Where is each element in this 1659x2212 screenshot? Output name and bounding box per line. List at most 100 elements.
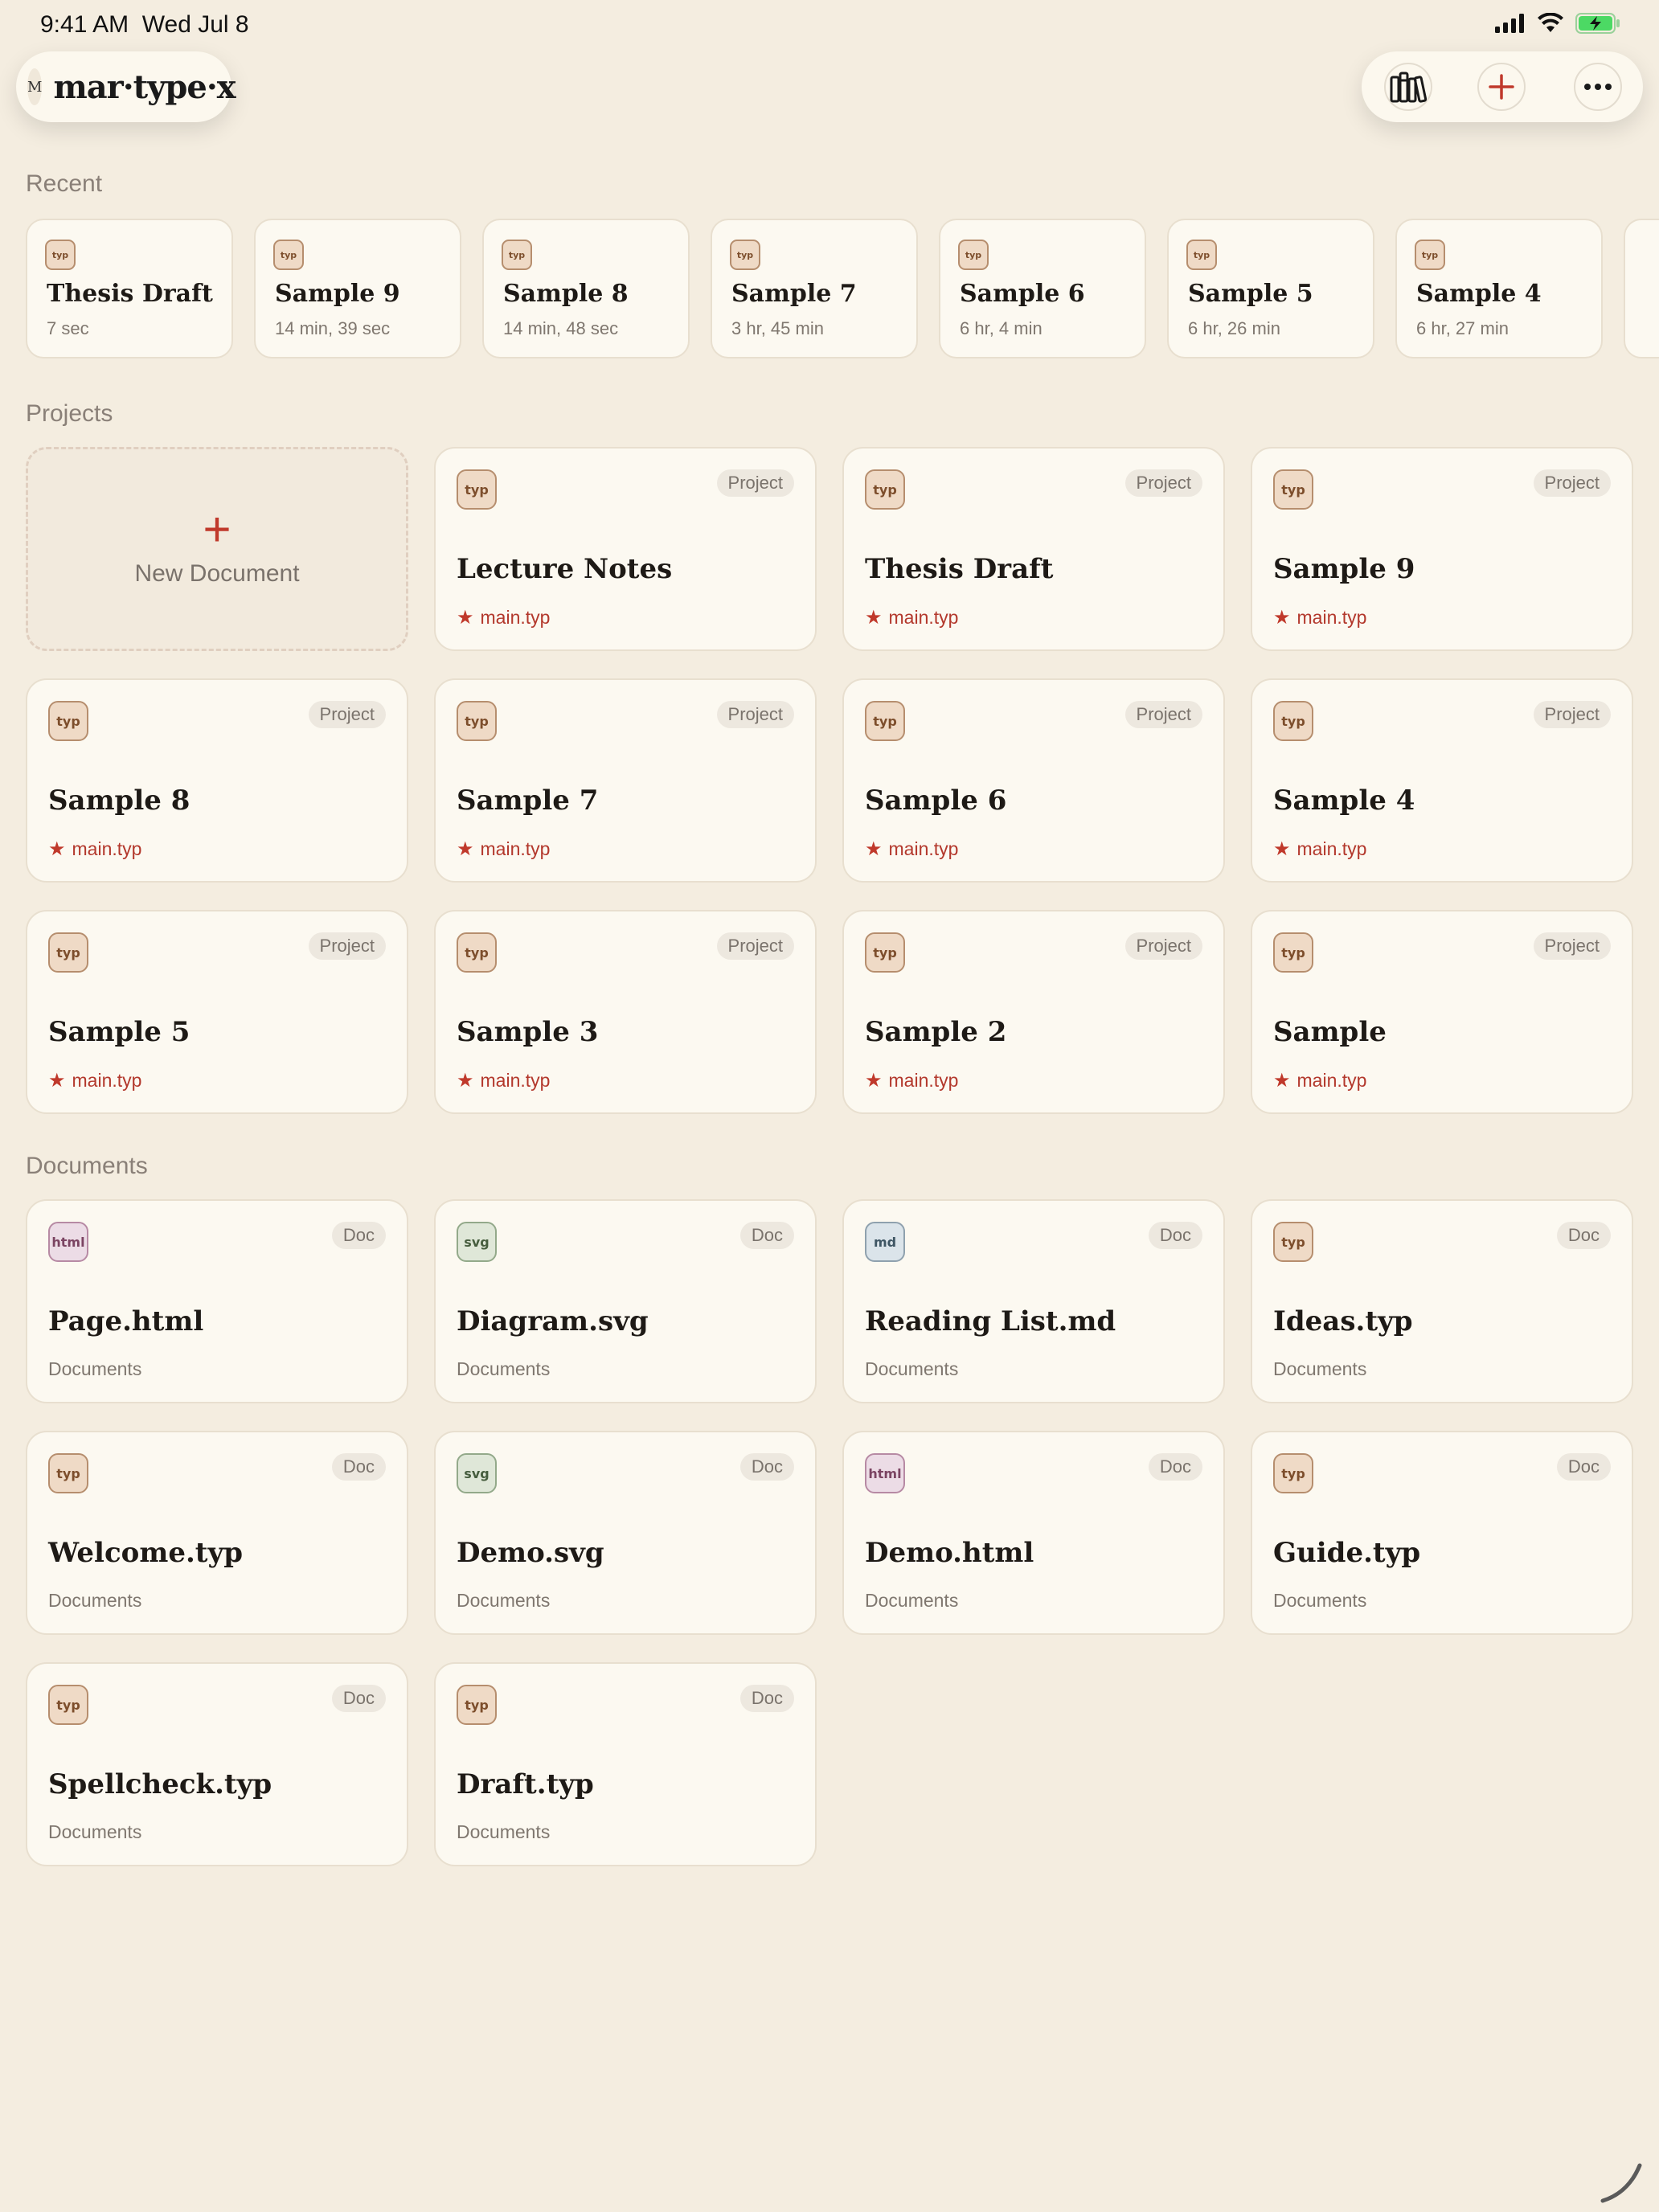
main-file-name: main.typ	[480, 1070, 551, 1091]
document-card[interactable]: typ Doc Welcome.typ Documents	[26, 1431, 408, 1635]
document-card[interactable]: typ Doc Draft.typ Documents	[434, 1662, 817, 1866]
main-file-label: ★ main.typ	[865, 606, 958, 629]
typ-file-icon: typ	[865, 469, 905, 510]
recent-list[interactable]: typ Thesis Draft 7 sec typ Sample 9 14 min, 3…	[26, 219, 1659, 358]
doc-badge: Doc	[1556, 1453, 1611, 1481]
document-card[interactable]: typ Doc Spellcheck.typ Documents	[26, 1662, 408, 1866]
recent-card[interactable]: typ Sample 4 6 hr, 27 min	[1395, 219, 1603, 358]
document-card[interactable]: html Doc Demo.html Documents	[842, 1431, 1225, 1635]
more-button[interactable]	[1574, 63, 1622, 111]
project-card[interactable]: typ Project Sample 7 ★ main.typ	[434, 678, 817, 883]
project-card[interactable]: typ Project Thesis Draft ★ main.typ	[842, 447, 1225, 651]
star-icon: ★	[48, 1070, 66, 1092]
status-time: 9:41 AM Wed Jul 8	[40, 11, 249, 39]
document-location: Documents	[1273, 1358, 1367, 1379]
document-card[interactable]: svg Doc Demo.svg Documents	[434, 1431, 817, 1635]
typ-file-icon: typ	[502, 240, 532, 270]
doc-badge: Doc	[331, 1453, 386, 1481]
card-title: Sample 5	[48, 1016, 190, 1048]
doc-badge: Doc	[739, 1222, 794, 1249]
recent-card-title: Sample 6	[960, 280, 1085, 308]
document-location: Documents	[1273, 1590, 1367, 1611]
battery-charging-icon	[1575, 13, 1620, 34]
typ-file-icon: typ	[48, 932, 88, 973]
star-icon: ★	[865, 607, 883, 629]
main-file-label: ★ main.typ	[48, 838, 141, 861]
document-location: Documents	[48, 1590, 142, 1611]
library-button[interactable]	[1384, 63, 1432, 111]
typ-file-icon: typ	[865, 932, 905, 973]
doc-badge: Doc	[331, 1685, 386, 1712]
document-card[interactable]: typ Doc Guide.typ Documents	[1251, 1431, 1633, 1635]
app-brand-pill[interactable]: M mar·type·x	[16, 51, 236, 122]
document-card[interactable]: html Doc Page.html Documents	[26, 1199, 408, 1403]
card-title: Draft.typ	[457, 1768, 594, 1800]
main-file-label: ★ main.typ	[457, 606, 550, 629]
document-location: Documents	[48, 1821, 142, 1842]
doc-badge: Doc	[1556, 1222, 1611, 1249]
card-title: Demo.html	[865, 1537, 1034, 1569]
recent-card[interactable]: typ Thesis Draft 7 sec	[26, 219, 233, 358]
recent-card-partial[interactable]	[1624, 219, 1659, 358]
project-card[interactable]: typ Project Lecture Notes ★ main.typ	[434, 447, 817, 651]
new-document-button[interactable]: + New Document	[26, 447, 408, 651]
typ-file-icon: typ	[457, 701, 497, 741]
recent-card-time: 7 sec	[47, 318, 89, 338]
main-file-name: main.typ	[1296, 1070, 1367, 1091]
main-file-name: main.typ	[888, 607, 959, 628]
project-badge: Project	[1533, 932, 1611, 960]
project-card[interactable]: typ Project Sample 6 ★ main.typ	[842, 678, 1225, 883]
star-icon: ★	[457, 838, 474, 860]
document-location: Documents	[457, 1358, 551, 1379]
recent-card[interactable]: typ Sample 8 14 min, 48 sec	[482, 219, 690, 358]
main-file-label: ★ main.typ	[1273, 1069, 1366, 1092]
library-icon	[1390, 72, 1427, 103]
typ-file-icon: typ	[48, 1685, 88, 1725]
document-location: Documents	[865, 1358, 959, 1379]
document-location: Documents	[48, 1358, 142, 1379]
project-card[interactable]: typ Project Sample ★ main.typ	[1251, 910, 1633, 1114]
main-file-name: main.typ	[480, 838, 551, 859]
main-file-label: ★ main.typ	[48, 1069, 141, 1092]
recent-card-title: Sample 8	[503, 280, 629, 308]
project-badge: Project	[716, 932, 794, 960]
typ-file-icon: typ	[1186, 240, 1217, 270]
project-card[interactable]: typ Project Sample 8 ★ main.typ	[26, 678, 408, 883]
typ-file-icon: typ	[1415, 240, 1445, 270]
document-card[interactable]: svg Doc Diagram.svg Documents	[434, 1199, 817, 1403]
app-logo-icon: M	[27, 68, 43, 105]
doc-badge: Doc	[739, 1685, 794, 1712]
star-icon: ★	[1273, 1070, 1291, 1092]
project-card[interactable]: typ Project Sample 5 ★ main.typ	[26, 910, 408, 1114]
card-title: Spellcheck.typ	[48, 1768, 272, 1800]
recent-card[interactable]: typ Sample 7 3 hr, 45 min	[711, 219, 918, 358]
projects-section-title: Projects	[26, 400, 113, 427]
document-card[interactable]: typ Doc Ideas.typ Documents	[1251, 1199, 1633, 1403]
project-badge: Project	[1124, 469, 1202, 497]
project-card[interactable]: typ Project Sample 3 ★ main.typ	[434, 910, 817, 1114]
add-button[interactable]	[1477, 63, 1526, 111]
typ-file-icon: typ	[1273, 1453, 1313, 1493]
document-location: Documents	[457, 1590, 551, 1611]
project-badge: Project	[1124, 701, 1202, 728]
recent-card[interactable]: typ Sample 5 6 hr, 26 min	[1167, 219, 1374, 358]
recent-card-title: Sample 4	[1416, 280, 1542, 308]
toolbar	[1362, 51, 1643, 122]
doc-badge: Doc	[331, 1222, 386, 1249]
project-card[interactable]: typ Project Sample 9 ★ main.typ	[1251, 447, 1633, 651]
project-badge: Project	[716, 701, 794, 728]
svg-file-icon: svg	[457, 1453, 497, 1493]
document-card[interactable]: md Doc Reading List.md Documents	[842, 1199, 1225, 1403]
project-badge: Project	[308, 932, 386, 960]
main-file-label: ★ main.typ	[865, 838, 958, 861]
doc-badge: Doc	[1148, 1453, 1202, 1481]
project-card[interactable]: typ Project Sample 2 ★ main.typ	[842, 910, 1225, 1114]
recent-card[interactable]: typ Sample 9 14 min, 39 sec	[254, 219, 461, 358]
star-icon: ★	[1273, 838, 1291, 860]
main-file-name: main.typ	[1296, 838, 1367, 859]
recent-card-time: 14 min, 39 sec	[275, 318, 391, 338]
recent-card[interactable]: typ Sample 6 6 hr, 4 min	[939, 219, 1146, 358]
project-card[interactable]: typ Project Sample 4 ★ main.typ	[1251, 678, 1633, 883]
card-title: Reading List.md	[865, 1305, 1116, 1337]
main-file-name: main.typ	[888, 1070, 959, 1091]
